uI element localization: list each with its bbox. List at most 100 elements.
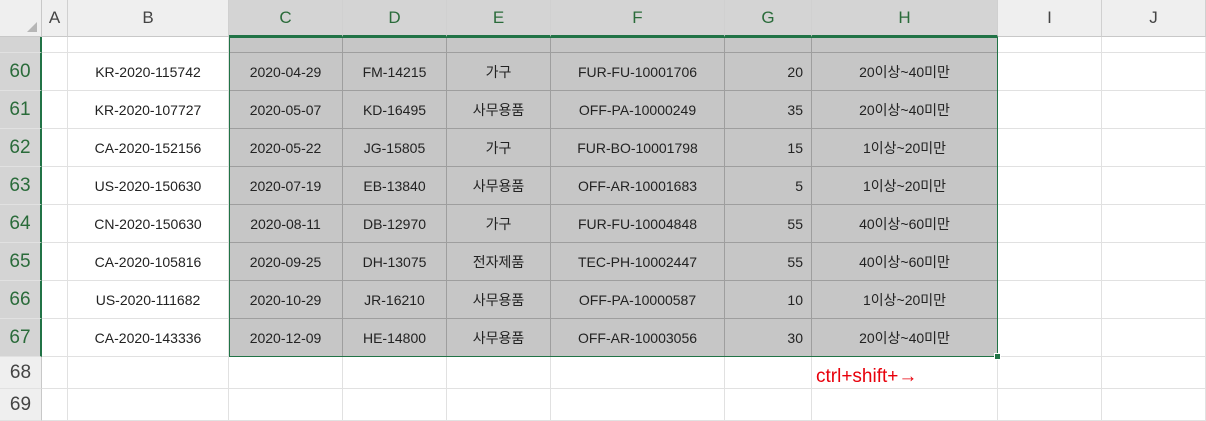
cell-c69[interactable] — [229, 389, 343, 421]
cell-i63[interactable] — [998, 167, 1102, 205]
row-header-63[interactable]: 63 — [0, 167, 42, 205]
cell-g62[interactable]: 15 — [725, 129, 812, 167]
cell-e63[interactable]: 사무용품 — [447, 167, 551, 205]
cell-i64[interactable] — [998, 205, 1102, 243]
cell-e60[interactable]: 가구 — [447, 53, 551, 91]
cell-f69[interactable] — [551, 389, 725, 421]
row-header-66[interactable]: 66 — [0, 281, 42, 319]
cell-f64[interactable]: FUR-FU-10004848 — [551, 205, 725, 243]
select-all-corner[interactable] — [0, 0, 42, 37]
column-header-b[interactable]: B — [68, 0, 229, 37]
cell-c60[interactable]: 2020-04-29 — [229, 53, 343, 91]
cell-i68[interactable] — [998, 357, 1102, 389]
row-header-69[interactable]: 69 — [0, 389, 42, 421]
cell-c62[interactable]: 2020-05-22 — [229, 129, 343, 167]
cell-f66[interactable]: OFF-PA-10000587 — [551, 281, 725, 319]
cell-b61[interactable]: KR-2020-107727 — [68, 91, 229, 129]
cell-i62[interactable] — [998, 129, 1102, 167]
cell-a61[interactable] — [42, 91, 68, 129]
cell-b60[interactable]: KR-2020-115742 — [68, 53, 229, 91]
cell-a64[interactable] — [42, 205, 68, 243]
cell-g64[interactable]: 55 — [725, 205, 812, 243]
cell-d69[interactable] — [343, 389, 447, 421]
cell-i67[interactable] — [998, 319, 1102, 357]
column-header-g[interactable]: G — [725, 0, 812, 37]
cell-e61[interactable]: 사무용품 — [447, 91, 551, 129]
cell-f65[interactable]: TEC-PH-10002447 — [551, 243, 725, 281]
cell-j62[interactable] — [1102, 129, 1206, 167]
cell-j63[interactable] — [1102, 167, 1206, 205]
spreadsheet-grid[interactable]: ABCDEFGHIJ 59CA-2020-1165122020-04-05BM-… — [0, 0, 1206, 421]
cell-e66[interactable]: 사무용품 — [447, 281, 551, 319]
cell-f63[interactable]: OFF-AR-10001683 — [551, 167, 725, 205]
row-header-65[interactable]: 65 — [0, 243, 42, 281]
cell-g67[interactable]: 30 — [725, 319, 812, 357]
column-header-d[interactable]: D — [343, 0, 447, 37]
column-header-e[interactable]: E — [447, 0, 551, 37]
cell-i61[interactable] — [998, 91, 1102, 129]
cell-e68[interactable] — [447, 357, 551, 389]
cell-a68[interactable] — [42, 357, 68, 389]
cell-h63[interactable]: 1이상~20미만 — [812, 167, 998, 205]
row-header-64[interactable]: 64 — [0, 205, 42, 243]
cell-i65[interactable] — [998, 243, 1102, 281]
cell-d60[interactable]: FM-14215 — [343, 53, 447, 91]
cell-e67[interactable]: 사무용품 — [447, 319, 551, 357]
cell-d66[interactable]: JR-16210 — [343, 281, 447, 319]
fill-handle[interactable] — [994, 353, 1001, 360]
row-header-60[interactable]: 60 — [0, 53, 42, 91]
cell-c67[interactable]: 2020-12-09 — [229, 319, 343, 357]
cell-f61[interactable]: OFF-PA-10000249 — [551, 91, 725, 129]
cell-j60[interactable] — [1102, 53, 1206, 91]
cell-a60[interactable] — [42, 53, 68, 91]
cell-a69[interactable] — [42, 389, 68, 421]
cell-i60[interactable] — [998, 53, 1102, 91]
cell-j68[interactable] — [1102, 357, 1206, 389]
cell-b69[interactable] — [68, 389, 229, 421]
cell-c64[interactable]: 2020-08-11 — [229, 205, 343, 243]
cell-h67[interactable]: 20이상~40미만 — [812, 319, 998, 357]
cell-h64[interactable]: 40이상~60미만 — [812, 205, 998, 243]
cell-f60[interactable]: FUR-FU-10001706 — [551, 53, 725, 91]
cell-d67[interactable]: HE-14800 — [343, 319, 447, 357]
cell-j67[interactable] — [1102, 319, 1206, 357]
cell-h69[interactable] — [812, 389, 998, 421]
cell-j66[interactable] — [1102, 281, 1206, 319]
row-header-68[interactable]: 68 — [0, 357, 42, 389]
column-header-f[interactable]: F — [551, 0, 725, 37]
cell-a66[interactable] — [42, 281, 68, 319]
row-header-61[interactable]: 61 — [0, 91, 42, 129]
cell-c68[interactable] — [229, 357, 343, 389]
cell-i69[interactable] — [998, 389, 1102, 421]
cell-h62[interactable]: 1이상~20미만 — [812, 129, 998, 167]
cell-f67[interactable]: OFF-AR-10003056 — [551, 319, 725, 357]
cell-c65[interactable]: 2020-09-25 — [229, 243, 343, 281]
column-header-h[interactable]: H — [812, 0, 998, 37]
cell-e62[interactable]: 가구 — [447, 129, 551, 167]
cell-d65[interactable]: DH-13075 — [343, 243, 447, 281]
cell-b63[interactable]: US-2020-150630 — [68, 167, 229, 205]
cell-b68[interactable] — [68, 357, 229, 389]
cell-b62[interactable]: CA-2020-152156 — [68, 129, 229, 167]
cell-d62[interactable]: JG-15805 — [343, 129, 447, 167]
cell-g69[interactable] — [725, 389, 812, 421]
cell-a62[interactable] — [42, 129, 68, 167]
cell-e69[interactable] — [447, 389, 551, 421]
cell-h66[interactable]: 1이상~20미만 — [812, 281, 998, 319]
cell-b64[interactable]: CN-2020-150630 — [68, 205, 229, 243]
cell-j69[interactable] — [1102, 389, 1206, 421]
cell-j64[interactable] — [1102, 205, 1206, 243]
cell-a63[interactable] — [42, 167, 68, 205]
cell-a65[interactable] — [42, 243, 68, 281]
cell-e65[interactable]: 전자제품 — [447, 243, 551, 281]
cell-e64[interactable]: 가구 — [447, 205, 551, 243]
cell-j65[interactable] — [1102, 243, 1206, 281]
column-header-a[interactable]: A — [42, 0, 68, 37]
cell-b66[interactable]: US-2020-111682 — [68, 281, 229, 319]
cell-g68[interactable] — [725, 357, 812, 389]
cell-h61[interactable]: 20이상~40미만 — [812, 91, 998, 129]
cell-d63[interactable]: EB-13840 — [343, 167, 447, 205]
cell-d61[interactable]: KD-16495 — [343, 91, 447, 129]
cell-b65[interactable]: CA-2020-105816 — [68, 243, 229, 281]
cell-j61[interactable] — [1102, 91, 1206, 129]
